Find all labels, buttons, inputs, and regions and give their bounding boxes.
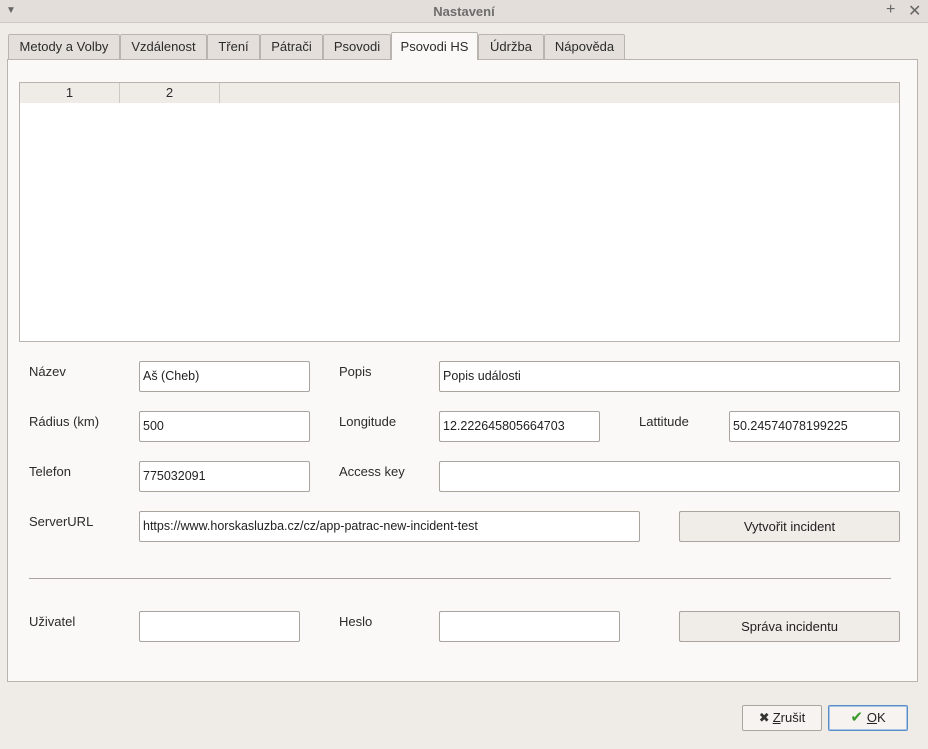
tab-panel: 1 2 Název Aš (Cheb) Popis Popis události…: [7, 59, 918, 682]
cancel-icon: ✖: [758, 710, 770, 725]
tab-psovodi[interactable]: Psovodi: [323, 34, 391, 60]
telefon-label: Telefon: [29, 464, 71, 479]
telefon-input[interactable]: 775032091: [139, 461, 310, 492]
popis-input[interactable]: Popis události: [439, 361, 900, 392]
tab-udrzba[interactable]: Údržba: [478, 34, 544, 60]
tab-psovodi-hs[interactable]: Psovodi HS: [391, 32, 478, 60]
longitude-label: Longitude: [339, 414, 397, 429]
handlers-table[interactable]: 1 2: [19, 82, 900, 342]
cancel-button[interactable]: ✖ Zrušit: [742, 705, 822, 731]
radius-input[interactable]: 500: [139, 411, 310, 442]
tab-metody-a-volby[interactable]: Metody a Volby: [8, 34, 120, 60]
lattitude-input[interactable]: 50.24574078199225: [729, 411, 900, 442]
manage-incident-button[interactable]: Správa incidentu: [679, 611, 900, 642]
access-key-label: Access key: [339, 464, 405, 479]
nazev-input[interactable]: Aš (Cheb): [139, 361, 310, 392]
cancel-mnemonic: Z: [772, 710, 781, 725]
checkmark-icon: ✔: [850, 709, 863, 726]
ok-button[interactable]: ✔ OK: [828, 705, 908, 731]
ok-mnemonic: O: [866, 710, 878, 725]
column-header-1[interactable]: 1: [20, 83, 120, 103]
ok-label: K: [877, 710, 886, 725]
tab-vzdalenost[interactable]: Vzdálenost: [120, 34, 207, 60]
create-incident-button[interactable]: Vytvořit incident: [679, 511, 900, 542]
server-url-input[interactable]: https://www.horskasluzba.cz/cz/app-patra…: [139, 511, 640, 542]
column-header-2[interactable]: 2: [120, 83, 220, 103]
window-title: Nastavení: [433, 4, 495, 19]
tab-treni[interactable]: Tření: [207, 34, 260, 60]
heslo-label: Heslo: [339, 614, 373, 629]
close-icon[interactable]: ✕: [908, 1, 921, 21]
longitude-input[interactable]: 12.222645805664703: [439, 411, 600, 442]
nazev-label: Název: [29, 364, 66, 379]
popis-label: Popis: [339, 364, 372, 379]
cancel-label: rušit: [780, 710, 806, 725]
maximize-icon[interactable]: +: [886, 1, 895, 19]
uzivatel-input[interactable]: [139, 611, 300, 642]
server-url-label: ServerURL: [29, 514, 94, 529]
tab-patraci[interactable]: Pátrači: [260, 34, 323, 60]
title-bar: ▼ Nastavení + ✕: [0, 0, 928, 23]
access-key-input[interactable]: [439, 461, 900, 492]
radius-label: Rádius (km): [29, 414, 100, 429]
lattitude-label: Lattitude: [639, 414, 689, 429]
separator: [29, 578, 891, 579]
heslo-input[interactable]: [439, 611, 620, 642]
tab-napoveda[interactable]: Nápověda: [544, 34, 625, 60]
table-header: 1 2: [20, 83, 899, 103]
uzivatel-label: Uživatel: [29, 614, 76, 629]
